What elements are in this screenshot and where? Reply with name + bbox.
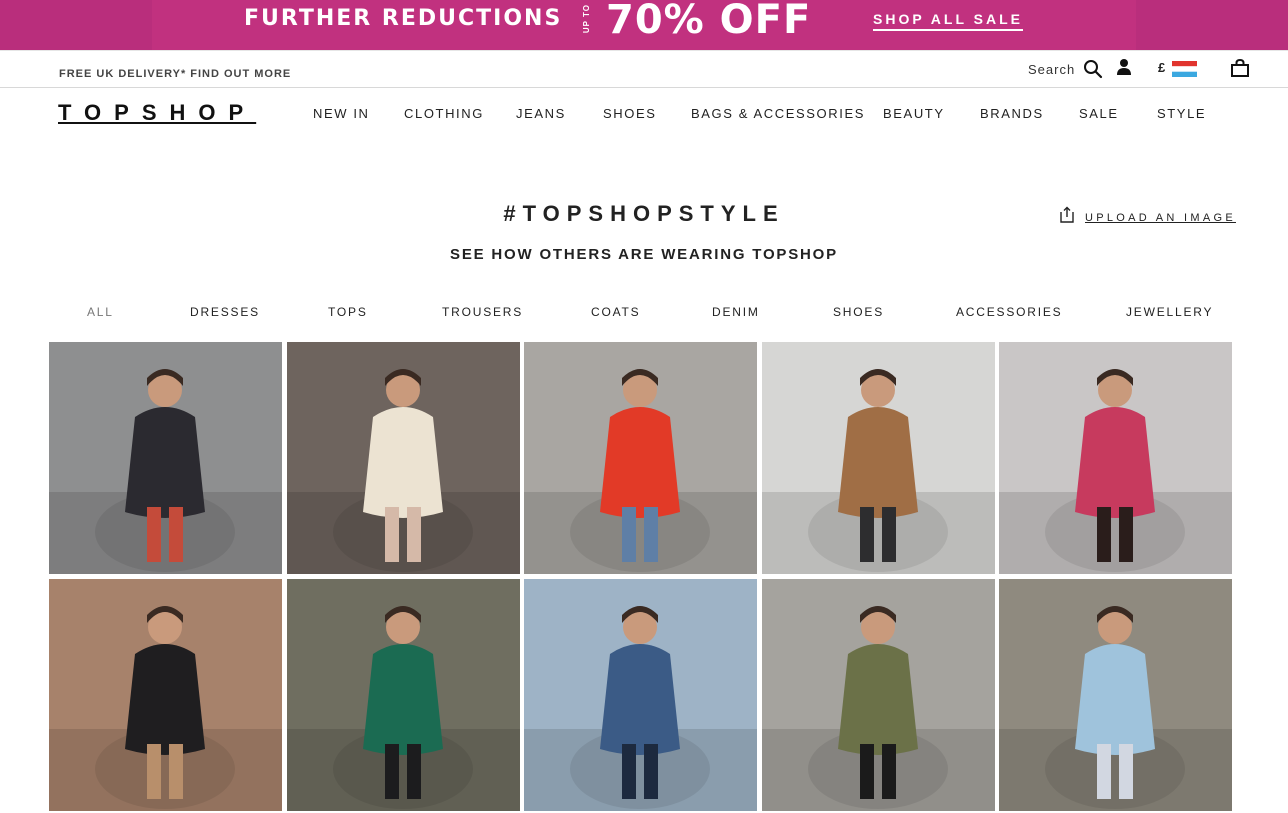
nav-clothing[interactable]: CLOTHING bbox=[404, 106, 484, 121]
filter-dresses[interactable]: DRESSES bbox=[190, 305, 260, 319]
filter-accessories[interactable]: ACCESSORIES bbox=[956, 305, 1063, 319]
gallery-image[interactable] bbox=[524, 579, 757, 811]
free-delivery-link[interactable]: FREE UK DELIVERY* FIND OUT MORE bbox=[59, 68, 291, 80]
page-subtitle: SEE HOW OTHERS ARE WEARING TOPSHOP bbox=[450, 246, 838, 263]
promo-up-to: UP TO bbox=[582, 4, 591, 34]
filter-jewellery[interactable]: JEWELLERY bbox=[1126, 305, 1213, 319]
filter-all[interactable]: ALL bbox=[87, 305, 114, 319]
bag-icon[interactable] bbox=[1230, 58, 1250, 78]
upload-image-link[interactable]: UPLOAD AN IMAGE bbox=[1085, 212, 1236, 224]
nav-bags-accessories[interactable]: BAGS & ACCESSORIES bbox=[691, 106, 865, 121]
nav-new-in[interactable]: NEW IN bbox=[313, 106, 370, 121]
nav-jeans[interactable]: JEANS bbox=[516, 106, 566, 121]
filter-coats[interactable]: COATS bbox=[591, 305, 640, 319]
gallery-image[interactable] bbox=[999, 342, 1232, 574]
filter-shoes[interactable]: SHOES bbox=[833, 305, 884, 319]
nav-style[interactable]: STYLE bbox=[1157, 106, 1206, 121]
gallery-image[interactable] bbox=[999, 579, 1232, 811]
flag-icon[interactable] bbox=[1172, 61, 1197, 77]
gallery-image[interactable] bbox=[762, 342, 995, 574]
filter-denim[interactable]: DENIM bbox=[712, 305, 760, 319]
gallery-image[interactable] bbox=[49, 579, 282, 811]
account-icon[interactable] bbox=[1115, 58, 1133, 78]
gallery-image[interactable] bbox=[524, 342, 757, 574]
nav-beauty[interactable]: BEAUTY bbox=[883, 106, 945, 121]
gallery-image[interactable] bbox=[287, 342, 520, 574]
promo-banner[interactable]: FURTHER REDUCTIONS UP TO 70% OFF SHOP AL… bbox=[0, 0, 1288, 50]
utility-bar: FREE UK DELIVERY* FIND OUT MORE Search £ bbox=[0, 50, 1288, 88]
nav-brands[interactable]: BRANDS bbox=[980, 106, 1044, 121]
filter-trousers[interactable]: TROUSERS bbox=[442, 305, 523, 319]
gallery-image[interactable] bbox=[49, 342, 282, 574]
upload-icon[interactable] bbox=[1058, 206, 1076, 224]
currency-label[interactable]: £ bbox=[1158, 60, 1165, 75]
search-label[interactable]: Search bbox=[1028, 62, 1075, 77]
main-nav: NEW IN CLOTHING JEANS SHOES BAGS & ACCES… bbox=[0, 106, 1288, 122]
gallery-image[interactable] bbox=[762, 579, 995, 811]
filter-tops[interactable]: TOPS bbox=[328, 305, 368, 319]
search-icon[interactable] bbox=[1083, 59, 1103, 79]
shop-all-sale-link[interactable]: SHOP ALL SALE bbox=[873, 11, 1023, 31]
promo-discount: 70% OFF bbox=[606, 0, 812, 43]
nav-sale[interactable]: SALE bbox=[1079, 106, 1119, 121]
nav-shoes[interactable]: SHOES bbox=[603, 106, 657, 121]
gallery-image[interactable] bbox=[287, 579, 520, 811]
promo-headline: FURTHER REDUCTIONS bbox=[244, 6, 563, 31]
